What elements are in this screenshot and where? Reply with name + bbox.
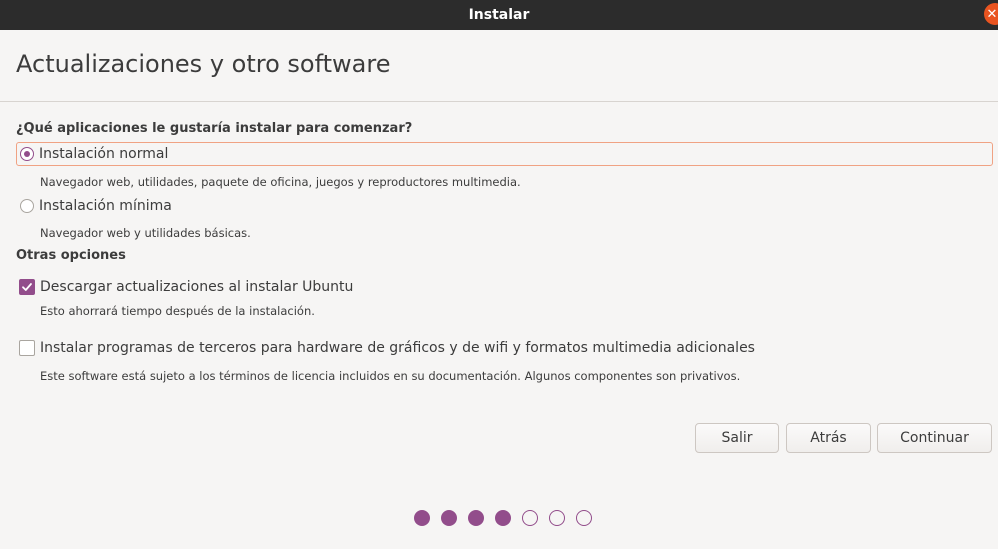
progress-dot-completed	[441, 510, 457, 526]
window-title: Instalar	[468, 7, 530, 23]
window-titlebar: Instalar ✕	[0, 0, 998, 30]
close-icon: ✕	[986, 6, 998, 22]
progress-dot-pending	[549, 510, 565, 526]
checkmark-icon	[22, 283, 32, 291]
page-title: Actualizaciones y otro software	[16, 50, 391, 78]
radio-minimal-install-label: Instalación mínima	[39, 198, 172, 214]
normal-install-description: Navegador web, utilidades, paquete de of…	[40, 175, 521, 189]
radio-button-checked[interactable]	[20, 147, 34, 161]
back-button[interactable]: Atrás	[786, 423, 871, 453]
header-divider	[0, 101, 998, 102]
close-button[interactable]: ✕	[984, 3, 998, 25]
progress-indicator	[414, 510, 592, 526]
radio-minimal-install[interactable]: Instalación mínima	[20, 196, 172, 216]
radio-normal-install[interactable]: Instalación normal	[16, 142, 993, 166]
minimal-install-description: Navegador web y utilidades básicas.	[40, 226, 251, 240]
progress-dot-pending	[522, 510, 538, 526]
checkbox-unchecked[interactable]	[19, 340, 35, 356]
checkbox-checked[interactable]	[19, 279, 35, 295]
radio-normal-install-label: Instalación normal	[39, 146, 169, 162]
download-updates-description: Esto ahorrará tiempo después de la insta…	[40, 304, 315, 318]
checkbox-download-updates[interactable]: Descargar actualizaciones al instalar Ub…	[19, 277, 353, 297]
progress-dot-completed	[414, 510, 430, 526]
progress-dot-pending	[576, 510, 592, 526]
progress-dot-completed	[468, 510, 484, 526]
checkbox-third-party[interactable]: Instalar programas de terceros para hard…	[19, 338, 755, 358]
other-options-heading: Otras opciones	[16, 248, 126, 263]
third-party-description: Este software está sujeto a los términos…	[40, 369, 741, 383]
quit-button[interactable]: Salir	[695, 423, 779, 453]
radio-button-unchecked[interactable]	[20, 199, 34, 213]
progress-dot-completed	[495, 510, 511, 526]
checkbox-third-party-label: Instalar programas de terceros para hard…	[40, 340, 755, 356]
continue-button[interactable]: Continuar	[877, 423, 992, 453]
install-type-question: ¿Qué aplicaciones le gustaría instalar p…	[16, 121, 413, 136]
checkbox-download-updates-label: Descargar actualizaciones al instalar Ub…	[40, 279, 354, 295]
